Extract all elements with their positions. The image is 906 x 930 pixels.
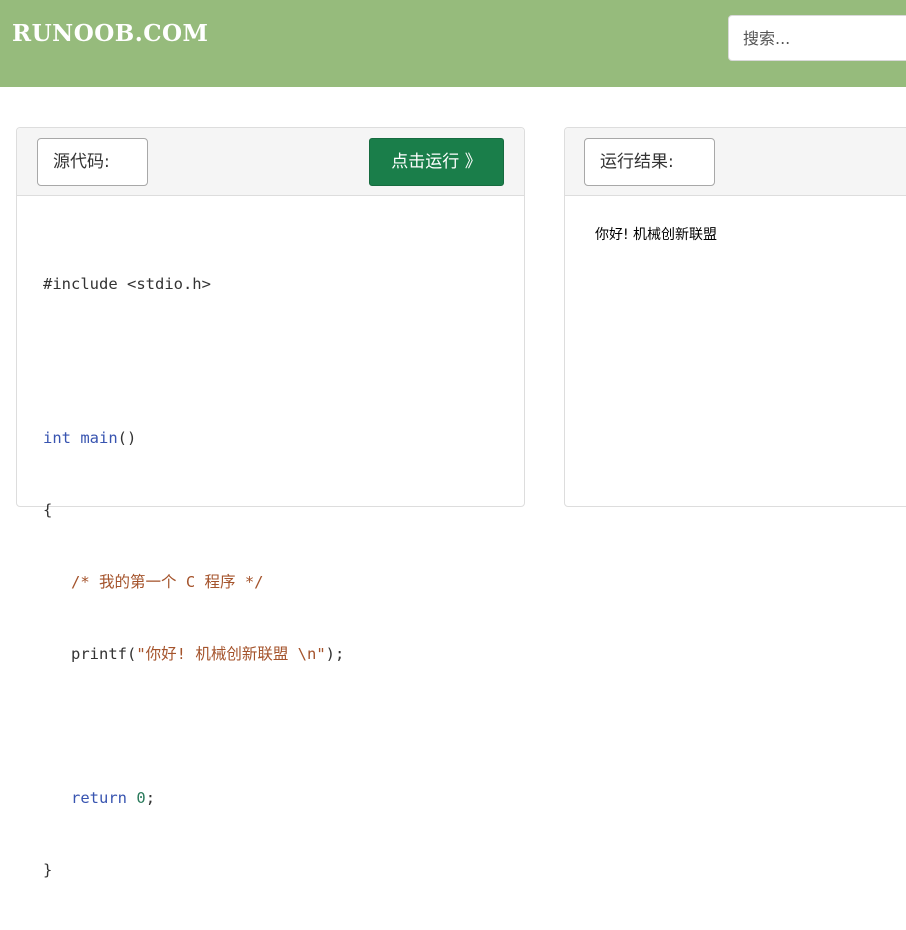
run-output: 你好! 机械创新联盟 [595,227,718,243]
code-comment: /* 我的第一个 C 程序 */ [71,573,264,591]
code-printf-string: "你好! 机械创新联盟 \n" [136,645,326,663]
code-brace-open: { [43,501,53,519]
code-keyword-int: int [43,429,71,447]
code-editor[interactable]: #include <stdio.h> int main() { /* 我的第一个… [43,224,344,930]
source-code-label: 源代码: [37,138,148,186]
code-keyword-return: return [71,789,127,807]
code-return-value: 0 [136,789,146,807]
code-printf-end: ); [325,645,345,663]
search-input[interactable] [728,15,906,61]
code-line-comment: /* 我的第一个 C 程序 */ [43,570,344,594]
result-panel: 运行结果: 你好! 机械创新联盟 [564,127,906,507]
code-line-printf: printf("你好! 机械创新联盟 \n"); [43,642,344,666]
source-panel-header: 源代码: 点击运行 》 [17,128,524,196]
code-brace-close: } [43,861,53,879]
code-line-main: int main() [43,426,344,450]
result-label: 运行结果: [584,138,715,186]
code-line-return: return 0; [43,786,344,810]
source-code-panel: 源代码: 点击运行 》 #include <stdio.h> int main(… [16,127,525,879]
run-button[interactable]: 点击运行 》 [369,138,504,186]
site-logo[interactable]: RUNOOB.COM [12,20,209,47]
result-panel-header: 运行结果: [565,128,906,196]
code-printf-call: printf( [71,645,137,663]
code-main-parens: () [117,429,137,447]
code-function-main: main [80,429,118,447]
code-return-semicolon: ; [145,789,156,807]
navbar: RUNOOB.COM [0,0,906,87]
code-line-include: #include <stdio.h> [43,275,211,293]
